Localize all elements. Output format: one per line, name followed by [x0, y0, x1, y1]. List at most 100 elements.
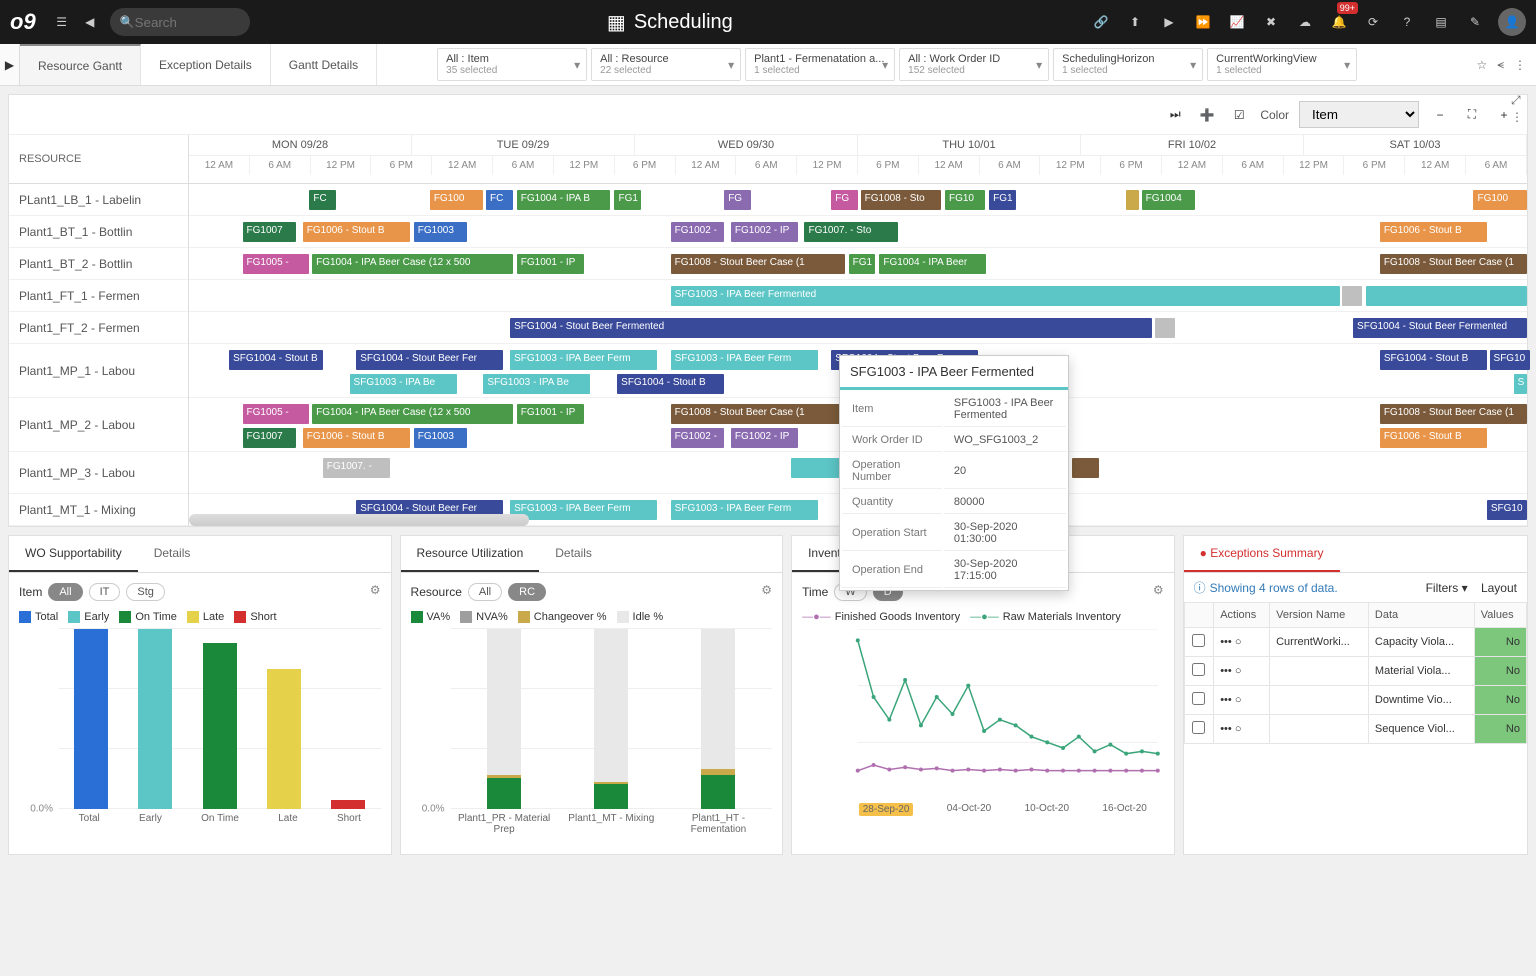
layout-button[interactable]: Layout [1481, 581, 1517, 595]
gantt-bar[interactable] [1342, 286, 1362, 306]
gantt-bar[interactable]: FC [309, 190, 336, 210]
gantt-bar[interactable] [1072, 458, 1099, 478]
refresh-icon[interactable]: ⟳ [1362, 8, 1384, 36]
tab-wo-supportability[interactable]: WO Supportability [9, 536, 138, 572]
tab-resource-utilization[interactable]: Resource Utilization [401, 536, 540, 572]
gantt-bar[interactable]: FG1005 - [243, 254, 310, 274]
skip-icon[interactable]: ⏭ [1164, 104, 1186, 126]
filter-pill-3[interactable]: All : Work Order ID152 selected▾ [899, 48, 1049, 81]
close-icon[interactable]: ✖ [1260, 8, 1282, 36]
help-icon[interactable]: ? [1396, 8, 1418, 36]
filter-pill-1[interactable]: All : Resource22 selected▾ [591, 48, 741, 81]
exc-row-checkbox[interactable] [1192, 663, 1205, 676]
bell-icon[interactable]: 🔔99+ [1328, 8, 1350, 36]
pill-stg[interactable]: Stg [126, 583, 165, 601]
gantt-bar[interactable]: FG1003 [414, 428, 468, 448]
gantt-bar[interactable]: FG1 [614, 190, 641, 210]
more-icon[interactable]: ⋮ [1514, 58, 1526, 72]
gantt-bar[interactable]: FG1007. - Sto [804, 222, 898, 242]
gantt-bar[interactable] [1126, 190, 1139, 210]
row-actions-icon[interactable]: ••• ○ [1220, 636, 1241, 648]
pill-all[interactable]: All [48, 583, 82, 601]
check-icon[interactable]: ☑ [1228, 104, 1250, 126]
back-icon[interactable]: ◀ [76, 8, 104, 36]
gantt-bar[interactable]: FG1008 - Stout Beer Case (1 [671, 254, 845, 274]
gantt-bar[interactable]: FG1006 - Stout B [303, 222, 410, 242]
gantt-bar[interactable]: FG1 [849, 254, 876, 274]
edit-icon[interactable]: ✎ [1464, 8, 1486, 36]
gantt-bar[interactable]: SFG10 [1490, 350, 1530, 370]
row-actions-icon[interactable]: ••• ○ [1220, 723, 1241, 735]
gantt-bar[interactable]: SFG1004 - Stout Beer Fermented [1353, 318, 1527, 338]
gantt-bar[interactable]: FG1 [989, 190, 1016, 210]
gantt-bar[interactable]: SFG1003 - IPA Beer Ferm [671, 500, 818, 520]
color-select[interactable]: Item [1299, 101, 1419, 128]
menu-icon[interactable]: ☰ [48, 8, 76, 36]
gantt-bar[interactable]: SFG1003 - IPA Beer Ferm [671, 350, 818, 370]
gantt-bar[interactable]: FG10 [945, 190, 985, 210]
chart-icon[interactable]: 📈 [1226, 8, 1248, 36]
filter-pill-5[interactable]: CurrentWorkingView1 selected▾ [1207, 48, 1357, 81]
gantt-bar[interactable] [1155, 318, 1175, 338]
star-icon[interactable]: ☆ [1476, 58, 1487, 72]
gantt-bar[interactable]: FG1008 - Sto [861, 190, 941, 210]
more-vert-icon[interactable]: ⋮ [1511, 110, 1523, 124]
gantt-bar[interactable]: FG1007 [243, 222, 297, 242]
tab-resource-gantt[interactable]: Resource Gantt [20, 44, 141, 85]
cloud-icon[interactable]: ☁ [1294, 8, 1316, 36]
gantt-bar[interactable]: FG1004 [1142, 190, 1196, 210]
gantt-bar[interactable] [1366, 286, 1527, 306]
gantt-bar[interactable]: FG100 [1473, 190, 1527, 210]
gantt-bar[interactable]: S [1514, 374, 1527, 394]
tab-gantt-details[interactable]: Gantt Details [271, 44, 377, 85]
gear-icon[interactable]: ⚙ [761, 583, 772, 597]
gantt-bar[interactable]: SFG1003 - IPA Be [350, 374, 457, 394]
gantt-bar[interactable]: SFG1004 - Stout Beer Fer [356, 350, 503, 370]
filter-pill-2[interactable]: Plant1 - Fermenatation a...1 selected▾ [745, 48, 895, 81]
tab-exception-details[interactable]: Exception Details [141, 44, 271, 85]
gantt-bar[interactable]: SFG1004 - Stout Beer Fermented [510, 318, 1152, 338]
tab-wo-details[interactable]: Details [138, 536, 207, 572]
gantt-bar[interactable]: FG1004 - IPA Beer [879, 254, 986, 274]
row-actions-icon[interactable]: ••• ○ [1220, 694, 1241, 706]
gantt-bar[interactable]: FG1001 - IP [517, 254, 584, 274]
gantt-bar[interactable]: SFG10 [1487, 500, 1527, 520]
search-input-wrap[interactable]: 🔍 [110, 8, 250, 36]
gantt-bar[interactable]: FG1003 [414, 222, 468, 242]
exc-row-checkbox[interactable] [1192, 634, 1205, 647]
gantt-bar[interactable]: FG1008 - Stout Beer Case (1 [671, 404, 845, 424]
gantt-bar[interactable]: FG1006 - Stout B [1380, 222, 1487, 242]
gantt-bar[interactable]: FC [486, 190, 513, 210]
gantt-bar[interactable]: FG1004 - IPA B [517, 190, 611, 210]
gantt-bar[interactable]: SFG1003 - IPA Be [483, 374, 590, 394]
tab-ru-details[interactable]: Details [539, 536, 608, 572]
exc-row-checkbox[interactable] [1192, 721, 1205, 734]
filter-pill-0[interactable]: All : Item35 selected▾ [437, 48, 587, 81]
gantt-bar[interactable]: FG1004 - IPA Beer Case (12 x 500 [312, 254, 513, 274]
gantt-bar[interactable]: FG1008 - Stout Beer Case (1 [1380, 404, 1527, 424]
add-icon[interactable]: ➕ [1196, 104, 1218, 126]
filters-button[interactable]: Filters [1426, 581, 1459, 595]
gantt-bar[interactable]: SFG1004 - Stout B [617, 374, 724, 394]
gantt-bar[interactable]: SFG1004 - Stout B [1380, 350, 1487, 370]
expand-handle[interactable]: ▶ [0, 44, 20, 85]
gantt-bar[interactable]: FG1002 - IP [731, 222, 798, 242]
gantt-bar[interactable]: FG1006 - Stout B [1380, 428, 1487, 448]
gantt-bar[interactable]: FG1001 - IP [517, 404, 584, 424]
gantt-bar[interactable]: FG1002 - [671, 428, 725, 448]
filter-pill-4[interactable]: SchedulingHorizon1 selected▾ [1053, 48, 1203, 81]
avatar[interactable]: 👤 [1498, 8, 1526, 36]
gantt-bar[interactable]: FG1005 - [243, 404, 310, 424]
fast-forward-icon[interactable]: ⏩ [1192, 8, 1214, 36]
horizontal-scrollbar[interactable] [189, 514, 529, 526]
row-actions-icon[interactable]: ••• ○ [1220, 665, 1241, 677]
share-icon[interactable]: ⪪ [1497, 57, 1504, 72]
gantt-bar[interactable]: FG [724, 190, 751, 210]
gantt-bar[interactable]: FG1007 [243, 428, 297, 448]
book-icon[interactable]: ▤ [1430, 8, 1452, 36]
zoom-out-icon[interactable]: − [1429, 104, 1451, 126]
gear-icon[interactable]: ⚙ [1153, 583, 1164, 597]
link-icon[interactable]: 🔗 [1090, 8, 1112, 36]
gantt-bar[interactable]: FG1004 - IPA Beer Case (12 x 500 [312, 404, 513, 424]
play-icon[interactable]: ▶ [1158, 8, 1180, 36]
